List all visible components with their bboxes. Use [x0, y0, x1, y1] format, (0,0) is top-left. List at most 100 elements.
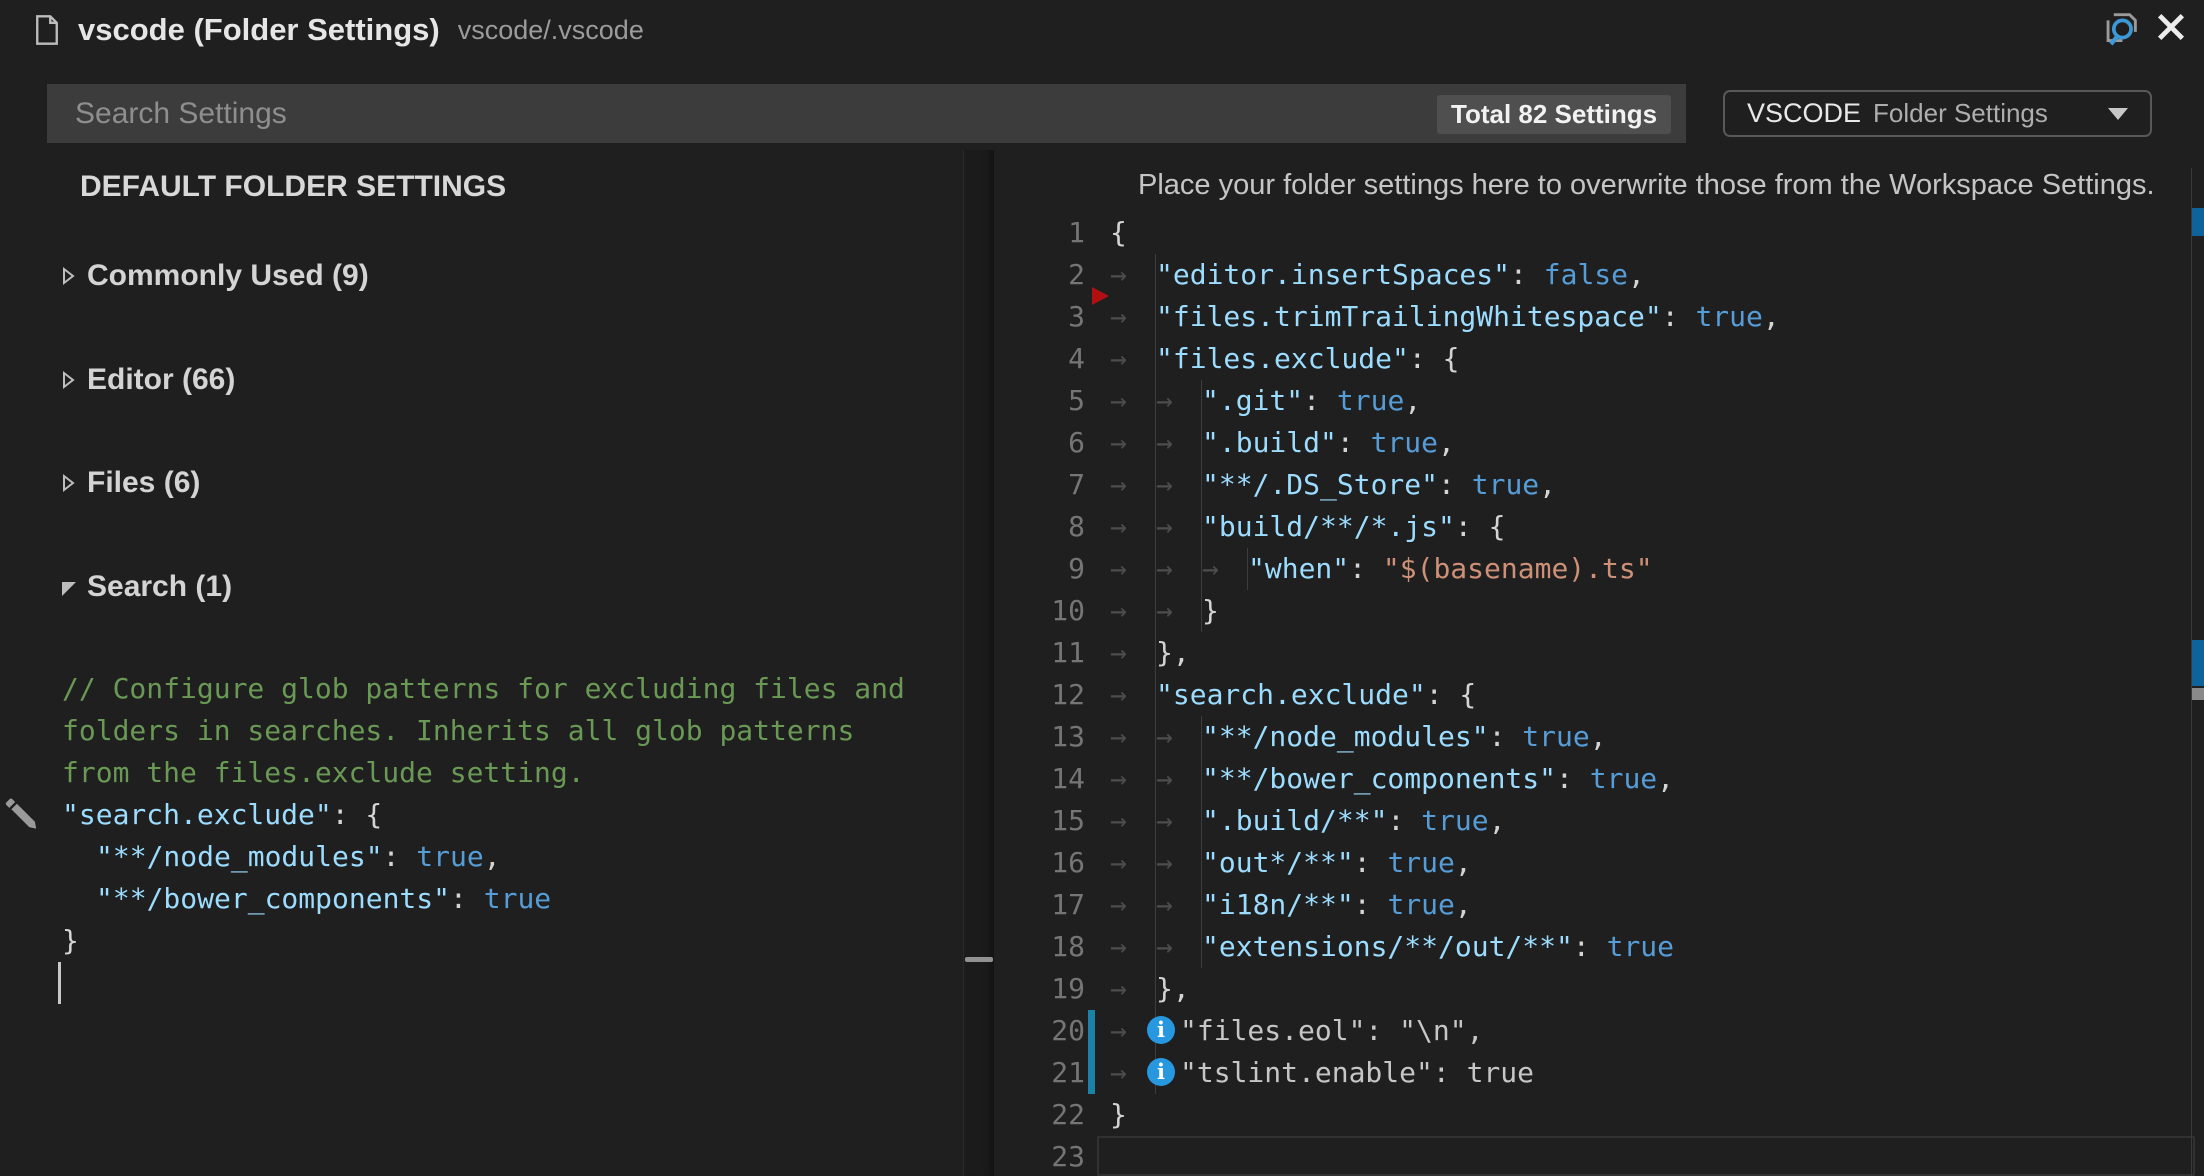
find-in-settings-icon[interactable] — [2098, 6, 2144, 57]
scope-folder-name: VSCODE — [1747, 98, 1861, 129]
error-marker-icon — [1092, 287, 1109, 305]
code-line-16: →→"out*/**": true, — [1110, 842, 1472, 884]
section-label: Editor (66) — [87, 363, 235, 397]
scrollbar-thumb[interactable] — [2192, 688, 2204, 700]
tab-whitespace-icon: → — [1110, 296, 1156, 338]
settings-editor: vscode (Folder Settings) vscode/.vscode … — [0, 0, 2204, 1176]
overview-ruler[interactable] — [2191, 168, 2204, 1176]
tab-title: vscode (Folder Settings) — [78, 12, 440, 48]
chevron-down-icon — [2108, 108, 2128, 120]
tab-whitespace-icon: → — [1110, 842, 1156, 884]
chevron-collapsed-icon — [60, 473, 78, 493]
setting-comment: // Configure glob patterns for excluding… — [62, 668, 905, 794]
line-number: 16 — [1020, 842, 1085, 884]
chevron-collapsed-icon — [60, 370, 78, 390]
setting-comment-line: // Configure glob patterns for excluding… — [62, 668, 905, 710]
section-search-1[interactable]: Search (1) — [60, 566, 232, 608]
tab-whitespace-icon: → — [1156, 926, 1202, 968]
tab-whitespace-icon: → — [1156, 884, 1202, 926]
section-editor-66[interactable]: Editor (66) — [60, 359, 235, 401]
tab-whitespace-icon: → — [1156, 842, 1202, 884]
line-number: 22 — [1020, 1094, 1085, 1136]
line-number-gutter: 1234567891011121314151617181920212223 — [1020, 168, 1085, 1176]
setting-snippet-line: "**/node_modules": true, — [62, 836, 551, 878]
tab-whitespace-icon: → — [1110, 884, 1156, 926]
line-number: 10 — [1020, 590, 1085, 632]
tab-whitespace-icon: → — [1110, 380, 1156, 422]
settings-count-badge: Total 82 Settings — [1437, 95, 1671, 134]
section-label: Files (6) — [87, 466, 200, 500]
line-number: 14 — [1020, 758, 1085, 800]
section-files-6[interactable]: Files (6) — [60, 462, 200, 504]
scope-label: Folder Settings — [1873, 98, 2048, 129]
line-number: 21 — [1020, 1052, 1085, 1094]
edit-setting-pencil-icon[interactable] — [2, 795, 40, 838]
tab-whitespace-icon: → — [1156, 506, 1202, 548]
code-line-13: →→"**/node_modules": true, — [1110, 716, 1607, 758]
tab-whitespace-icon: → — [1156, 590, 1202, 632]
close-icon[interactable] — [2154, 10, 2188, 49]
file-icon — [34, 14, 60, 46]
tab-whitespace-icon: → — [1202, 548, 1248, 590]
code-line-10: →→} — [1110, 590, 1219, 632]
tab-whitespace-icon: → — [1156, 800, 1202, 842]
code-line-22: } — [1110, 1094, 1127, 1136]
info-icon: i — [1147, 1016, 1175, 1044]
code-line-7: →→"**/.DS_Store": true, — [1110, 464, 1556, 506]
code-line-20: →i"files.eol": "\n", — [1110, 1010, 1483, 1052]
setting-snippet-line: "**/bower_components": true — [62, 878, 551, 920]
line-number: 1 — [1020, 212, 1085, 254]
tab-whitespace-icon: → — [1110, 254, 1156, 296]
tab-whitespace-icon: → — [1110, 338, 1156, 380]
section-commonly-used-9[interactable]: Commonly Used (9) — [60, 255, 369, 297]
code-line-17: →→"i18n/**": true, — [1110, 884, 1472, 926]
tab-whitespace-icon: → — [1110, 758, 1156, 800]
tab-whitespace-icon: → — [1156, 380, 1202, 422]
tab-whitespace-icon: → — [1110, 632, 1156, 674]
line-number: 2 — [1020, 254, 1085, 296]
tab-whitespace-icon: → — [1110, 968, 1156, 1010]
tab-whitespace-icon: → — [1110, 422, 1156, 464]
code-line-8: →→"build/**/*.js": { — [1110, 506, 1505, 548]
line-number: 17 — [1020, 884, 1085, 926]
setting-snippet: "search.exclude": {"**/node_modules": tr… — [62, 794, 551, 962]
panel-divider[interactable] — [963, 150, 994, 1176]
code-line-1: { — [1110, 212, 1127, 254]
code-line-11: →}, — [1110, 632, 1190, 674]
setting-comment-line: from the files.exclude setting. — [62, 752, 905, 794]
line-number: 6 — [1020, 422, 1085, 464]
code-line-21: →i"tslint.enable": true — [1110, 1052, 1534, 1094]
tab-whitespace-icon: → — [1156, 464, 1202, 506]
line-number: 11 — [1020, 632, 1085, 674]
chevron-collapsed-icon — [60, 266, 78, 286]
line-number: 18 — [1020, 926, 1085, 968]
info-icon: i — [1147, 1058, 1175, 1086]
line-number: 19 — [1020, 968, 1085, 1010]
tab-whitespace-icon: → — [1156, 422, 1202, 464]
line-number: 9 — [1020, 548, 1085, 590]
setting-comment-line: folders in searches. Inherits all glob p… — [62, 710, 905, 752]
divider-grip[interactable] — [965, 957, 993, 962]
tab-whitespace-icon: → — [1156, 716, 1202, 758]
line-number: 3 — [1020, 296, 1085, 338]
tab-whitespace-icon: → — [1110, 926, 1156, 968]
line-number: 4 — [1020, 338, 1085, 380]
tab-whitespace-icon: → — [1110, 800, 1156, 842]
panel-header: DEFAULT FOLDER SETTINGS — [80, 170, 506, 204]
line-number: 15 — [1020, 800, 1085, 842]
text-cursor — [58, 962, 61, 1004]
setting-snippet-line: } — [62, 920, 551, 962]
line-number: 20 — [1020, 1010, 1085, 1052]
code-line-18: →→"extensions/**/out/**": true — [1110, 926, 1674, 968]
tab-whitespace-icon: → — [1110, 548, 1156, 590]
line-number: 13 — [1020, 716, 1085, 758]
setting-snippet-line: "search.exclude": { — [62, 794, 551, 836]
line-number: 5 — [1020, 380, 1085, 422]
line-number: 7 — [1020, 464, 1085, 506]
section-label: Commonly Used (9) — [87, 259, 369, 293]
section-label: Search (1) — [87, 570, 232, 604]
tab-whitespace-icon: → — [1156, 548, 1202, 590]
tab-whitespace-icon: → — [1110, 464, 1156, 506]
settings-json-editor[interactable]: 1234567891011121314151617181920212223 {→… — [1020, 168, 2191, 1176]
folder-settings-dropdown[interactable]: VSCODE Folder Settings — [1723, 90, 2152, 137]
